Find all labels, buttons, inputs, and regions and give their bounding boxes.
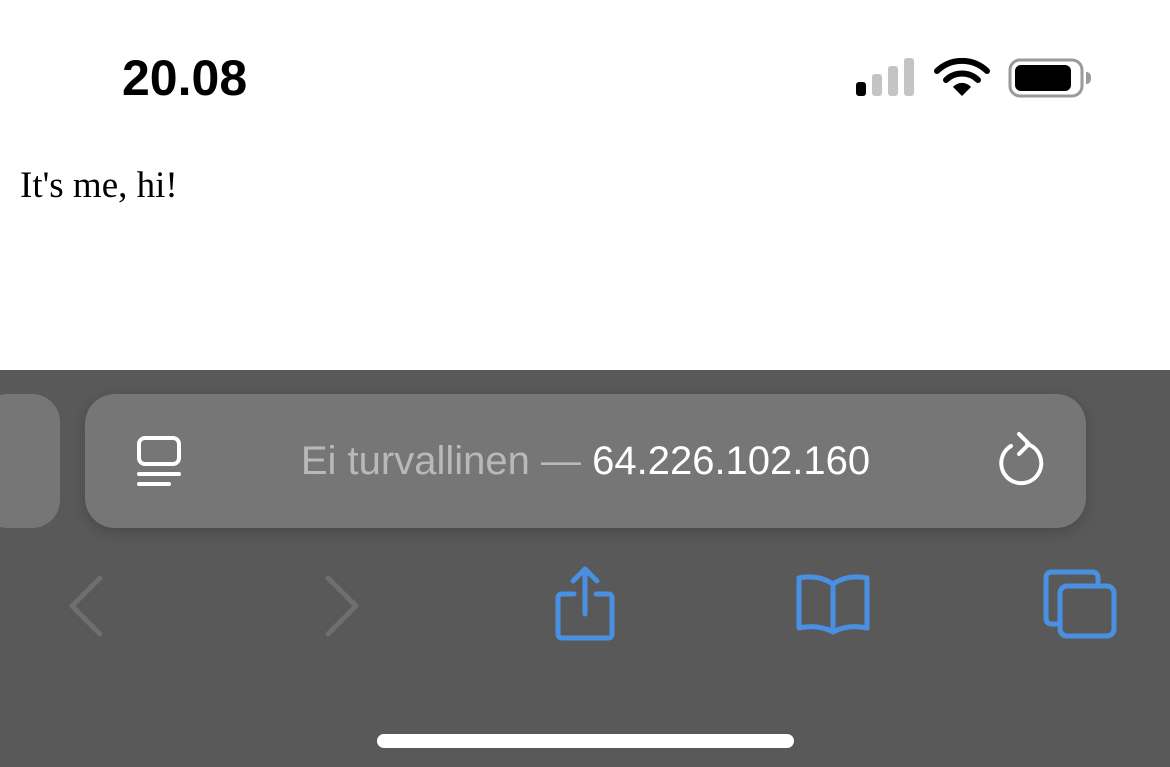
- book-icon[interactable]: [794, 572, 872, 638]
- reload-icon[interactable]: [993, 430, 1049, 490]
- address-bar[interactable]: Ei turvallinen — 64.226.102.160: [85, 394, 1086, 528]
- wifi-icon: [934, 58, 990, 96]
- address-text[interactable]: Ei turvallinen — 64.226.102.160: [85, 394, 1086, 528]
- page-text: It's me, hi!: [20, 165, 178, 206]
- home-indicator[interactable]: [377, 734, 794, 748]
- share-icon[interactable]: [552, 564, 618, 642]
- security-label: Ei turvallinen: [300, 439, 530, 483]
- previous-tab-preview[interactable]: [0, 394, 60, 528]
- chevron-right-icon[interactable]: [318, 572, 364, 640]
- browser-screen: 20.08 It's me, hi! Ei turvallinen — 64.2…: [0, 0, 1170, 767]
- status-bar: 20.08: [0, 0, 1170, 130]
- address-separator: —: [529, 439, 593, 483]
- battery-icon: [1008, 58, 1091, 98]
- address-host: 64.226.102.160: [592, 439, 871, 483]
- tabs-icon[interactable]: [1042, 568, 1118, 640]
- cellular-signal-icon: [856, 58, 914, 96]
- browser-toolbar: Ei turvallinen — 64.226.102.160: [0, 370, 1170, 767]
- chevron-left-icon[interactable]: [64, 572, 110, 640]
- status-time: 20.08: [122, 50, 248, 106]
